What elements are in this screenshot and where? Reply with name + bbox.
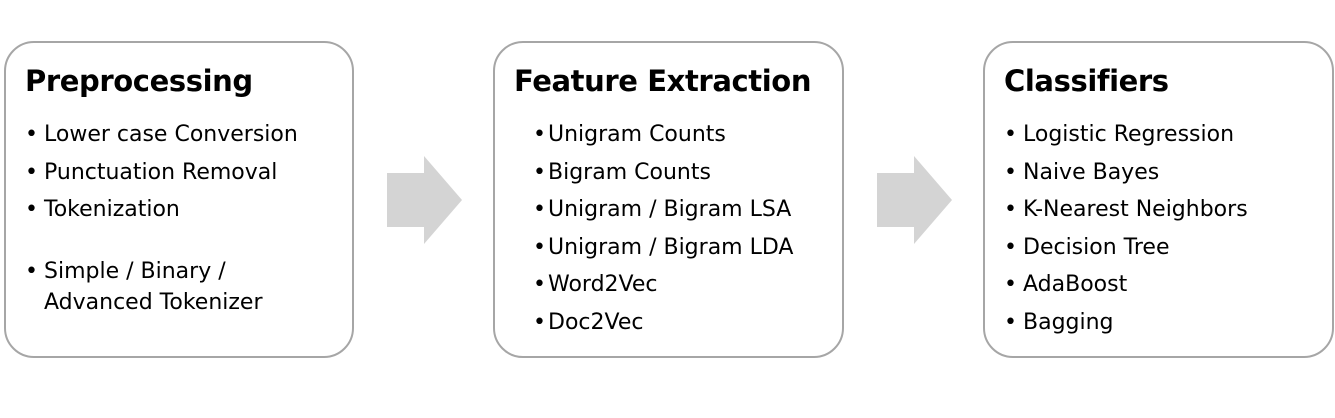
stage-title-preprocessing: Preprocessing [25, 64, 253, 98]
bullet-icon: • [25, 122, 38, 147]
list-item: • Naive Bayes [1004, 157, 1248, 188]
list-item-text: Decision Tree [1023, 234, 1170, 260]
list-item: • Tokenization [25, 194, 298, 225]
list-item: • Bagging [1004, 307, 1248, 338]
bullet-icon: • [533, 234, 546, 260]
list-item-text: AdaBoost [1023, 272, 1128, 297]
list-item: • Unigram / Bigram LDA [533, 232, 793, 263]
list-item: • AdaBoost [1004, 269, 1248, 300]
bullet-icon: • [1004, 309, 1017, 335]
stage-list-classifiers: • Logistic Regression • Naive Bayes • K-… [1004, 119, 1248, 344]
list-item-text: Punctuation Removal [44, 159, 278, 185]
list-item-text: Unigram / Bigram LDA [548, 234, 794, 260]
bullet-icon: • [25, 197, 38, 222]
list-item-text: Tokenization [44, 197, 180, 222]
bullet-icon: • [533, 272, 546, 297]
list-item: • Punctuation Removal [25, 157, 298, 188]
bullet-icon: • [25, 159, 38, 185]
list-item: • Doc2Vec [533, 307, 793, 338]
stage-title-classifiers: Classifiers [1004, 64, 1169, 98]
bullet-icon: • [1004, 234, 1017, 260]
list-item: • Decision Tree [1004, 232, 1248, 263]
arrow-shape [877, 156, 952, 244]
right-arrow-icon [387, 156, 462, 244]
list-item: • Bigram Counts [533, 157, 793, 188]
list-item-text: Logistic Regression [1023, 122, 1235, 147]
list-item: • Unigram / Bigram LSA [533, 194, 793, 225]
bullet-icon: • [533, 122, 546, 147]
arrow-shape [387, 156, 462, 244]
list-item: • Simple / Binary / Advanced Tokenizer [25, 256, 298, 318]
stage-box-preprocessing: Preprocessing • Lower case Conversion • … [4, 41, 354, 358]
bullet-icon: • [25, 259, 38, 284]
bullet-icon: • [533, 309, 546, 335]
list-item: • Logistic Regression [1004, 119, 1248, 150]
right-arrow-icon [877, 156, 952, 244]
stage-box-feature-extraction: Feature Extraction • Unigram Counts • Bi… [493, 41, 844, 358]
list-item-text: Lower case Conversion [44, 122, 298, 147]
list-item-text: Unigram Counts [548, 122, 726, 147]
bullet-icon: • [1004, 272, 1017, 297]
list-item-text: Naive Bayes [1023, 159, 1160, 185]
list-item: • K-Nearest Neighbors [1004, 194, 1248, 225]
list-item-text: Simple / Binary / [44, 259, 226, 284]
bullet-icon: • [533, 159, 546, 185]
list-item: • Unigram Counts [533, 119, 793, 150]
stage-title-feature-extraction: Feature Extraction [514, 64, 812, 98]
list-item-text: K-Nearest Neighbors [1023, 197, 1248, 222]
bullet-icon: • [1004, 159, 1017, 185]
list-item-text: Bigram Counts [548, 159, 711, 185]
bullet-icon: • [1004, 197, 1017, 222]
list-item-text: Doc2Vec [548, 309, 644, 335]
list-item-text-continued: Advanced Tokenizer [44, 290, 263, 315]
bullet-icon: • [533, 197, 546, 222]
list-item-text: Unigram / Bigram LSA [548, 197, 792, 222]
stage-list-feature-extraction: • Unigram Counts • Bigram Counts • Unigr… [533, 119, 793, 344]
list-item-text: Word2Vec [548, 272, 658, 297]
list-item-text: Bagging [1023, 309, 1114, 335]
list-item: • Word2Vec [533, 269, 793, 300]
bullet-icon: • [1004, 122, 1017, 147]
stage-list-preprocessing: • Lower case Conversion • Punctuation Re… [25, 119, 298, 325]
stage-box-classifiers: Classifiers • Logistic Regression • Naiv… [983, 41, 1334, 358]
list-item: • Lower case Conversion [25, 119, 298, 150]
